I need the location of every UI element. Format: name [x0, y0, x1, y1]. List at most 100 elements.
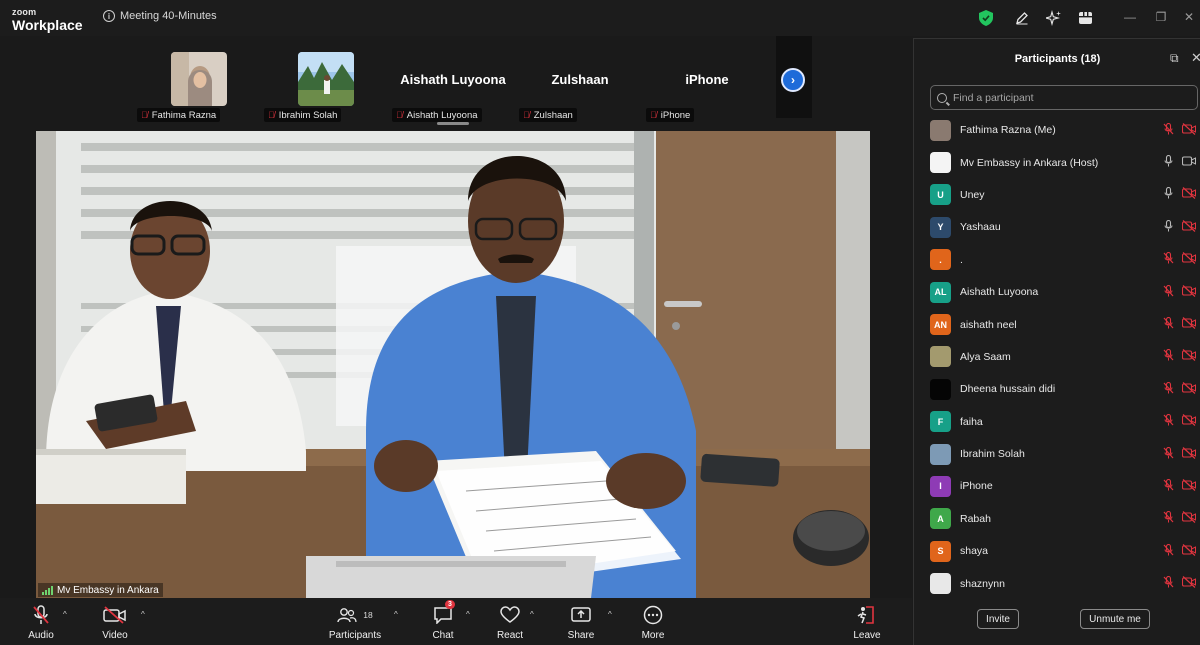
camera-off-icon[interactable] — [1180, 479, 1198, 494]
participant-row[interactable]: shaznynn — [914, 567, 1200, 599]
apps-icon[interactable] — [1075, 8, 1095, 28]
mic-muted-icon[interactable] — [1161, 316, 1175, 332]
share-options-caret[interactable]: ^ — [608, 610, 612, 619]
camera-off-icon[interactable] — [1180, 252, 1198, 267]
avatar-initials: A — [937, 513, 944, 524]
camera-off-icon[interactable] — [1180, 543, 1198, 559]
participant-name: Ibrahim Solah — [960, 448, 1025, 461]
participant-row[interactable]: A Rabah — [914, 503, 1200, 535]
camera-icon[interactable] — [1180, 156, 1198, 169]
thumbnail-iphone[interactable]: iPhone 🎙̸ iPhone — [646, 46, 757, 122]
close-icon[interactable]: ✕ — [1181, 9, 1197, 25]
close-panel-icon[interactable]: ✕ — [1191, 50, 1200, 66]
thumbnail-name: Zulshaan — [533, 109, 573, 121]
avatar — [930, 119, 951, 141]
search-input[interactable] — [953, 91, 1183, 104]
more-button[interactable]: More — [618, 604, 688, 641]
avatar: U — [930, 184, 951, 206]
avatar — [930, 152, 951, 174]
participants-button[interactable]: 18 Participants — [320, 604, 390, 641]
mic-icon[interactable] — [1161, 187, 1175, 202]
mic-muted-icon[interactable] — [1161, 414, 1175, 429]
mic-icon[interactable] — [1161, 155, 1175, 170]
minimize-icon[interactable]: — — [1122, 9, 1138, 25]
participant-row[interactable]: Sshaya — [914, 535, 1200, 567]
chat-options-caret[interactable]: ^ — [466, 610, 470, 619]
leave-button[interactable]: Leave — [832, 604, 902, 641]
video-button[interactable]: Video — [80, 604, 150, 641]
unmute-me-button[interactable]: Unmute me — [1080, 609, 1150, 629]
participant-name: Rabah — [960, 512, 991, 525]
camera-off-icon[interactable] — [1180, 446, 1198, 462]
participant-row[interactable]: Fathima Razna (Me) — [914, 114, 1200, 146]
mic-muted-icon[interactable] — [1161, 478, 1175, 494]
participant-row[interactable]: AL Aishath Luyoona — [914, 276, 1200, 308]
camera-off-icon[interactable] — [1180, 576, 1198, 591]
shield-check-icon[interactable] — [976, 8, 996, 28]
react-button[interactable]: React — [475, 604, 545, 641]
thumbnail-fathima-razna[interactable]: 🎙̸ Fathima Razna — [137, 46, 243, 122]
camera-off-icon[interactable] — [1180, 284, 1198, 300]
participant-row[interactable]: AN aishath neel — [914, 308, 1200, 340]
meeting-info-button[interactable]: i Meeting 40-Minutes — [103, 10, 217, 22]
thumbnail-name-tag: 🎙̸ Fathima Razna — [137, 108, 221, 122]
camera-off-icon[interactable] — [1180, 122, 1198, 138]
participant-name: faiha — [960, 415, 983, 428]
avatar: AN — [930, 314, 951, 336]
participants-options-caret[interactable]: ^ — [394, 610, 398, 619]
participant-row[interactable]: Alya Saam — [914, 341, 1200, 373]
audio-label: Audio — [28, 630, 54, 641]
thumbnail-zulshaan[interactable]: Zulshaan 🎙̸ Zulshaan — [519, 46, 630, 122]
mic-muted-icon[interactable] — [1161, 381, 1175, 397]
participant-row[interactable]: U Uney — [914, 179, 1200, 211]
mic-muted-icon[interactable] — [1161, 446, 1175, 462]
participant-name: shaya — [960, 545, 989, 558]
participant-row[interactable]: Ibrahim Solah — [914, 438, 1200, 470]
popout-icon[interactable]: ⧉ — [1170, 51, 1179, 66]
participant-row[interactable]: Ffaiha — [914, 406, 1200, 438]
video-options-caret[interactable]: ^ — [141, 610, 145, 619]
camera-off-icon[interactable] — [1180, 349, 1198, 364]
heart-icon — [500, 604, 520, 626]
thumbnail-name-tag: 🎙̸ Aishath Luyoona — [392, 108, 482, 122]
chat-label: Chat — [432, 630, 454, 641]
thumbnail-ibrahim-solah[interactable]: 🎙̸ Ibrahim Solah — [264, 46, 370, 122]
mic-muted-icon[interactable] — [1161, 122, 1175, 138]
chat-badge: 3 — [445, 600, 455, 609]
restore-icon[interactable]: ❐ — [1153, 9, 1169, 25]
react-options-caret[interactable]: ^ — [530, 610, 534, 619]
invite-button[interactable]: Invite — [977, 609, 1019, 629]
sparkle-icon[interactable] — [1044, 8, 1064, 28]
camera-off-icon[interactable] — [1180, 317, 1198, 332]
avatar — [930, 378, 951, 400]
camera-off-icon[interactable] — [1180, 511, 1198, 526]
share-button[interactable]: Share — [546, 604, 616, 641]
react-label: React — [496, 630, 524, 641]
participant-name: shaznynn — [960, 577, 1005, 590]
mic-muted-icon[interactable] — [1161, 543, 1175, 559]
mic-muted-icon[interactable] — [1161, 349, 1175, 364]
leave-label: Leave — [853, 630, 881, 641]
participant-row[interactable]: Dheena hussain didi — [914, 373, 1200, 405]
next-page-button[interactable]: › — [781, 68, 805, 92]
camera-off-icon[interactable] — [1180, 381, 1198, 397]
search-icon — [937, 92, 947, 103]
participant-row[interactable]: Mv Embassy in Ankara (Host) — [914, 146, 1200, 178]
participant-row[interactable]: .. — [914, 244, 1200, 276]
mic-muted-icon[interactable] — [1161, 252, 1175, 267]
participant-row[interactable]: Y Yashaau — [914, 211, 1200, 243]
thumbnail-aishath-luyoona[interactable]: Aishath Luyoona 🎙̸ Aishath Luyoona — [392, 46, 510, 122]
camera-off-icon[interactable] — [1180, 187, 1198, 202]
audio-options-caret[interactable]: ^ — [63, 610, 67, 619]
camera-off-icon[interactable] — [1180, 414, 1198, 429]
video-off-icon — [103, 604, 127, 626]
logo-line2: Workplace — [12, 17, 83, 33]
mic-muted-icon[interactable] — [1161, 511, 1175, 526]
mic-icon[interactable] — [1161, 219, 1175, 235]
mic-muted-icon[interactable] — [1161, 284, 1175, 300]
mic-muted-icon[interactable] — [1161, 576, 1175, 591]
pencil-icon[interactable] — [1012, 8, 1032, 28]
avatar: F — [930, 411, 951, 433]
participant-row[interactable]: IiPhone — [914, 470, 1200, 502]
camera-off-icon[interactable] — [1180, 219, 1198, 235]
